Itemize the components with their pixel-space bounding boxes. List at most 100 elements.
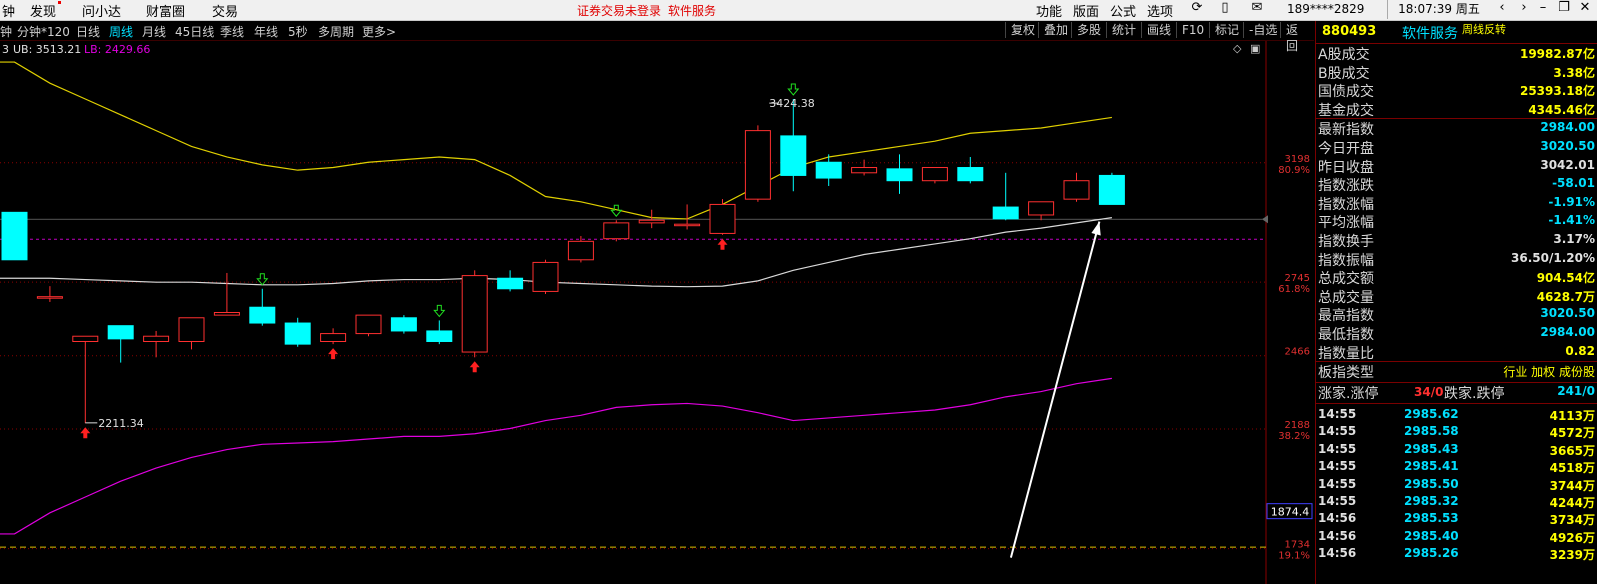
- menu-item-layout[interactable]: 版面: [1073, 1, 1099, 20]
- remove-watchlist-button[interactable]: -自选: [1243, 22, 1282, 38]
- tick-row: 14:55 2985.50 3744万: [1316, 476, 1597, 493]
- candle-up: [1063, 180, 1090, 200]
- draw-line-button[interactable]: 画线: [1141, 22, 1176, 38]
- candle-down: [426, 330, 453, 342]
- tick-volume: 4518万: [1549, 461, 1595, 476]
- tab-daily[interactable]: 日线: [76, 23, 100, 40]
- menu-item-clock[interactable]: 钟: [2, 1, 15, 20]
- menu-item-formula[interactable]: 公式: [1110, 1, 1136, 20]
- mail-icon[interactable]: ✉: [1245, 0, 1269, 19]
- high-mark-label: 3424.38: [769, 97, 815, 110]
- stat-value: 25393.18亿: [1519, 84, 1595, 99]
- pattern-tag: 周线反转: [1462, 23, 1506, 36]
- menu-item-caifuquan[interactable]: 财富圈: [146, 1, 185, 20]
- tab-clock-fragment[interactable]: 钟: [0, 23, 12, 40]
- candle-down: [390, 317, 417, 332]
- stat-label: 今日开盘: [1318, 140, 1374, 157]
- candle-up: [567, 240, 594, 261]
- tab-quarterly[interactable]: 季线: [220, 23, 244, 40]
- stat-value: 0.82: [1565, 343, 1595, 358]
- overlay-button[interactable]: 叠加: [1038, 22, 1073, 38]
- stat-row: 今日开盘 3020.50: [1316, 138, 1597, 157]
- tick-volume: 3665万: [1549, 443, 1595, 458]
- tick-time: 14:55: [1318, 407, 1357, 422]
- index-type-row: 板指类型 行业 加权 成份股: [1316, 361, 1597, 382]
- candle-down: [1, 211, 28, 261]
- tick-price: 2985.50: [1404, 476, 1459, 491]
- f10-button[interactable]: F10: [1176, 22, 1209, 38]
- low-mark-label: 2211.34: [98, 417, 144, 430]
- candle-down: [497, 277, 524, 290]
- clock-display: 18:07:39 周五: [1387, 0, 1490, 19]
- stat-value: 904.54亿: [1536, 271, 1595, 286]
- period-toolbar: 钟 分钟*120 日线 周线 月线 45日线 季线 年线 5秒 多周期 更多> …: [0, 21, 1314, 53]
- candle-down: [815, 161, 842, 179]
- tab-yearly[interactable]: 年线: [254, 23, 278, 40]
- stat-row: 平均涨幅 -1.41%: [1316, 212, 1597, 231]
- tick-row: 14:56 2985.53 3734万: [1316, 510, 1597, 527]
- refresh-icon[interactable]: ⟳: [1185, 0, 1209, 19]
- software-service-link[interactable]: 软件服务: [668, 2, 716, 19]
- candle-down: [957, 167, 984, 182]
- tick-row: 14:55 2985.58 4572万: [1316, 423, 1597, 440]
- candle-up: [320, 333, 347, 342]
- tab-weekly[interactable]: 周线: [109, 23, 133, 40]
- candle-up: [532, 261, 559, 292]
- tick-volume: 4572万: [1549, 426, 1595, 441]
- axis-pct-label: 38.2%: [1278, 431, 1310, 442]
- stat-label: 平均涨幅: [1318, 215, 1374, 232]
- back-icon[interactable]: ‹: [1490, 0, 1514, 19]
- tick-volume: 3239万: [1549, 548, 1595, 563]
- tab-5sec[interactable]: 5秒: [288, 23, 308, 40]
- candle-down: [249, 306, 276, 324]
- stat-row: 最新指数 2984.00: [1316, 119, 1597, 138]
- kline-chart[interactable]: 319880.9% 274561.8% 2466 218838.2% 173419.1%…: [0, 41, 1314, 584]
- cursor-price-label: 1874.4: [1271, 506, 1310, 519]
- last-close-marker: [1262, 215, 1268, 224]
- user-account[interactable]: 189****2829: [1287, 2, 1364, 16]
- stat-label: 指数涨跌: [1318, 178, 1374, 195]
- stat-value: -58.01: [1552, 176, 1595, 191]
- login-notice[interactable]: 证券交易未登录: [577, 2, 661, 19]
- stat-label: 总成交量: [1318, 289, 1374, 306]
- menu-item-trade[interactable]: 交易: [212, 1, 238, 20]
- tab-multi-period[interactable]: 多周期: [318, 23, 354, 40]
- candle-down: [992, 206, 1019, 220]
- market-turnover-list: A股成交 19982.87亿 B股成交 3.38亿 国债成交 25393.18亿 基金成交 4…: [1316, 44, 1597, 119]
- tab-more[interactable]: 更多>: [362, 23, 396, 40]
- tick-row: 14:56 2985.26 3239万: [1316, 545, 1597, 562]
- stat-row: 基金成交 4345.46亿: [1316, 100, 1597, 119]
- lower-band-line: [0, 377, 1112, 535]
- tick-list[interactable]: 14:55 2985.62 4113万 14:55 2985.58 4572万 14:55 2…: [1316, 403, 1597, 563]
- tab-minute-120[interactable]: 分钟*120: [17, 23, 70, 40]
- tab-monthly[interactable]: 月线: [142, 23, 166, 40]
- multi-stock-button[interactable]: 多股: [1071, 22, 1106, 38]
- stat-value: 3042.01: [1540, 157, 1595, 172]
- mark-button[interactable]: 标记: [1209, 22, 1244, 38]
- menu-item-wenxiaoda[interactable]: 问小达: [82, 1, 121, 20]
- menu-item-options[interactable]: 选项: [1147, 1, 1173, 20]
- candle-up: [355, 314, 382, 335]
- candle-up: [178, 317, 205, 342]
- updown-row: 涨家.涨停 34/0 跌家.跌停 241/0: [1316, 382, 1597, 403]
- phone-icon[interactable]: ▯: [1213, 0, 1237, 19]
- stat-row: B股成交 3.38亿: [1316, 63, 1597, 82]
- index-code: 880493: [1322, 24, 1377, 39]
- close-icon[interactable]: ✕: [1573, 0, 1597, 19]
- candle-up: [674, 223, 701, 227]
- tick-price: 2985.58: [1404, 424, 1459, 439]
- statistics-button[interactable]: 统计: [1106, 22, 1141, 38]
- down-count-value: 241/0: [1557, 384, 1595, 399]
- stat-value: 4345.46亿: [1528, 102, 1595, 117]
- fuquan-button[interactable]: 复权: [1005, 22, 1040, 38]
- tab-45day[interactable]: 45日线: [175, 23, 214, 40]
- candle-down: [1098, 174, 1125, 205]
- menu-item-function[interactable]: 功能: [1036, 1, 1062, 20]
- quote-panel: 880493 软件服务 周线反转 A股成交 19982.87亿 B股成交 3.38亿国…: [1315, 21, 1597, 584]
- menu-item-discover[interactable]: 发现: [30, 1, 62, 20]
- buy-arrow: [328, 348, 339, 360]
- stat-label: 指数量比: [1318, 345, 1374, 362]
- tick-price: 2985.26: [1404, 546, 1459, 561]
- back-button[interactable]: 返回: [1280, 22, 1314, 53]
- tick-volume: 4113万: [1549, 409, 1595, 424]
